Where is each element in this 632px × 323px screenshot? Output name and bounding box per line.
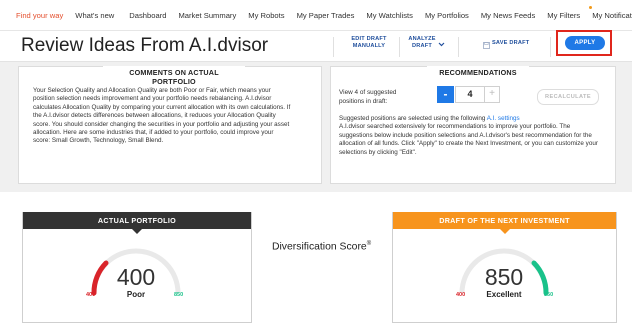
divider	[550, 37, 551, 57]
actual-range-max: 850	[174, 292, 184, 298]
draft-investment-heading: DRAFT OF THE NEXT INVESTMENT	[393, 212, 616, 229]
divider	[333, 37, 334, 57]
draft-range-max: 850	[544, 292, 554, 298]
nav-item-6[interactable]: My Watchlists	[366, 11, 413, 20]
apply-button[interactable]: APPLY	[565, 36, 605, 50]
save-draft-button[interactable]: SAVE DRAFT	[492, 40, 534, 47]
recommendations-panel: RECOMMENDATIONS View 4 of suggested posi…	[330, 66, 616, 184]
recommendations-text: Suggested positions are selected using t…	[339, 115, 598, 156]
suggested-count-input[interactable]: 4	[455, 86, 485, 103]
actual-rating: Poor	[126, 290, 146, 299]
save-draft-icon	[483, 42, 490, 49]
draft-score: 850	[484, 264, 524, 290]
nav-item-3[interactable]: Market Summary	[178, 11, 236, 20]
page-title: Review Ideas From A.I.dvisor	[21, 35, 269, 56]
pointer-triangle	[132, 229, 142, 234]
chevron-down-icon[interactable]	[438, 42, 445, 47]
edit-draft-manually-button[interactable]: EDIT DRAFT MANUALLY	[340, 36, 398, 50]
draft-range-min: 400	[456, 292, 466, 298]
divider	[399, 37, 400, 57]
decrease-button[interactable]: -	[437, 86, 454, 103]
nav-item-9[interactable]: My Filters	[547, 11, 580, 20]
actual-range-min: 400	[86, 292, 96, 298]
notification-dot	[589, 6, 592, 9]
nav-item-4[interactable]: My Robots	[248, 11, 284, 20]
actual-gauge-fill	[91, 260, 109, 296]
suggested-count-label: View 4 of suggested positions in draft:	[339, 89, 397, 105]
nav-item-2[interactable]: Dashboard	[129, 11, 166, 20]
nav-item-8[interactable]: My News Feeds	[481, 11, 535, 20]
draft-rating: Excellent	[486, 290, 522, 299]
nav-item-7[interactable]: My Portfolios	[425, 11, 469, 20]
nav-item-10[interactable]: My Notifications	[592, 11, 632, 20]
comments-panel: COMMENTS ON ACTUAL PORTFOLIO Your Select…	[18, 66, 322, 184]
pointer-triangle	[499, 229, 510, 234]
recalculate-button[interactable]: RECALCULATE	[537, 89, 599, 105]
nav-item-0[interactable]: Find your way	[16, 11, 63, 20]
divider	[458, 37, 459, 57]
nav-item-5[interactable]: My Paper Trades	[297, 11, 355, 20]
actual-portfolio-heading: ACTUAL PORTFOLIO	[23, 212, 251, 229]
increase-button[interactable]: +	[484, 86, 500, 103]
page-header: Review Ideas From A.I.dvisor EDIT DRAFT …	[0, 31, 632, 62]
comments-text: Your Selection Quality and Allocation Qu…	[33, 87, 291, 145]
comments-heading: COMMENTS ON ACTUAL PORTFOLIO	[103, 66, 245, 88]
top-nav: Find your way What's new Dashboard Market S…	[0, 0, 632, 31]
actual-score: 400	[116, 264, 156, 290]
nav-item-1[interactable]: What's new	[75, 11, 114, 20]
draft-gauge-fill	[531, 260, 549, 296]
analyze-draft-button[interactable]: ANALYZE DRAFT	[402, 36, 442, 50]
diversification-score-label: Diversification Score®	[272, 241, 372, 253]
recommendations-heading: RECOMMENDATIONS	[427, 66, 529, 79]
ai-settings-link[interactable]: A.I. settings	[487, 115, 520, 122]
